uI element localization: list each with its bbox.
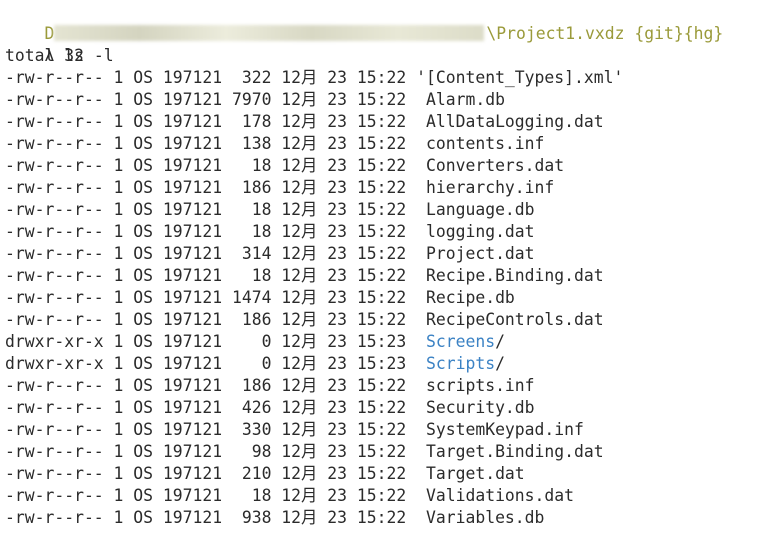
file-metadata: -rw-r--r-- 1 OS 197121 7970 12月 23 15:22 bbox=[5, 90, 417, 109]
file-name: Variables.db bbox=[416, 508, 545, 527]
file-metadata: -rw-r--r-- 1 OS 197121 330 12月 23 15:22 bbox=[5, 420, 417, 439]
list-item: drwxr-xr-x 1 OS 197121 0 12月 23 15:23 Sc… bbox=[5, 353, 505, 375]
command-line: λ ls -l bbox=[5, 23, 113, 65]
file-metadata: -rw-r--r-- 1 OS 197121 314 12月 23 15:22 bbox=[5, 244, 417, 263]
file-metadata: -rw-r--r-- 1 OS 197121 186 12月 23 15:22 bbox=[5, 178, 417, 197]
file-name: Language.db bbox=[416, 200, 535, 219]
file-name: Recipe.Binding.dat bbox=[416, 266, 604, 285]
file-metadata: -rw-r--r-- 1 OS 197121 18 12月 23 15:22 bbox=[5, 266, 417, 285]
total-line: total 32 bbox=[5, 46, 84, 65]
file-metadata: -rw-r--r-- 1 OS 197121 186 12月 23 15:22 bbox=[5, 376, 417, 395]
prompt-path: \Project1.vxdz {git}{hg} bbox=[486, 24, 724, 43]
file-name: Target.Binding.dat bbox=[416, 442, 604, 461]
file-metadata: -rw-r--r-- 1 OS 197121 1474 12月 23 15:22 bbox=[5, 288, 417, 307]
file-metadata: drwxr-xr-x 1 OS 197121 0 12月 23 15:23 bbox=[5, 354, 417, 373]
list-item: -rw-r--r-- 1 OS 197121 210 12月 23 15:22 … bbox=[5, 463, 525, 485]
file-metadata: -rw-r--r-- 1 OS 197121 426 12月 23 15:22 bbox=[5, 398, 417, 417]
list-item: -rw-r--r-- 1 OS 197121 98 12月 23 15:22 T… bbox=[5, 441, 604, 463]
file-metadata: -rw-r--r-- 1 OS 197121 18 12月 23 15:22 bbox=[5, 156, 417, 175]
file-name: Converters.dat bbox=[416, 156, 565, 175]
file-name: Project.dat bbox=[416, 244, 535, 263]
list-item: -rw-r--r-- 1 OS 197121 322 12月 23 15:22 … bbox=[5, 67, 623, 89]
directory-name: Screens bbox=[416, 332, 496, 351]
file-name: scripts.inf bbox=[416, 376, 535, 395]
file-name: Security.db bbox=[416, 398, 535, 417]
list-item: -rw-r--r-- 1 OS 197121 186 12月 23 15:22 … bbox=[5, 375, 535, 397]
list-item: -rw-r--r-- 1 OS 197121 1474 12月 23 15:22… bbox=[5, 287, 515, 309]
file-name: AllDataLogging.dat bbox=[416, 112, 604, 131]
list-item: -rw-r--r-- 1 OS 197121 186 12月 23 15:22 … bbox=[5, 177, 554, 199]
terminal-window[interactable]: D \Project1.vxdz {git}{hg} λ ls -l total … bbox=[0, 0, 762, 534]
directory-suffix: / bbox=[495, 354, 505, 373]
list-item: -rw-r--r-- 1 OS 197121 186 12月 23 15:22 … bbox=[5, 309, 604, 331]
prompt-line: D \Project1.vxdz {git}{hg} bbox=[5, 1, 723, 43]
file-name: Validations.dat bbox=[416, 486, 575, 505]
list-item: -rw-r--r-- 1 OS 197121 426 12月 23 15:22 … bbox=[5, 397, 535, 419]
file-metadata: drwxr-xr-x 1 OS 197121 0 12月 23 15:23 bbox=[5, 332, 417, 351]
list-item: -rw-r--r-- 1 OS 197121 938 12月 23 15:22 … bbox=[5, 507, 544, 529]
file-metadata: -rw-r--r-- 1 OS 197121 18 12月 23 15:22 bbox=[5, 486, 417, 505]
list-item: -rw-r--r-- 1 OS 197121 330 12月 23 15:22 … bbox=[5, 419, 584, 441]
list-item: -rw-r--r-- 1 OS 197121 138 12月 23 15:22 … bbox=[5, 133, 544, 155]
list-item: -rw-r--r-- 1 OS 197121 18 12月 23 15:22 l… bbox=[5, 221, 535, 243]
file-name: contents.inf bbox=[416, 134, 545, 153]
list-item: -rw-r--r-- 1 OS 197121 178 12月 23 15:22 … bbox=[5, 111, 604, 133]
list-item: -rw-r--r-- 1 OS 197121 18 12月 23 15:22 L… bbox=[5, 199, 535, 221]
file-metadata: -rw-r--r-- 1 OS 197121 138 12月 23 15:22 bbox=[5, 134, 417, 153]
file-name: hierarchy.inf bbox=[416, 178, 555, 197]
file-metadata: -rw-r--r-- 1 OS 197121 178 12月 23 15:22 bbox=[5, 112, 417, 131]
file-name: Recipe.db bbox=[416, 288, 515, 307]
file-metadata: -rw-r--r-- 1 OS 197121 186 12月 23 15:22 bbox=[5, 310, 417, 329]
directory-suffix: / bbox=[495, 332, 505, 351]
list-item: -rw-r--r-- 1 OS 197121 7970 12月 23 15:22… bbox=[5, 89, 505, 111]
file-name: logging.dat bbox=[416, 222, 535, 241]
list-item: drwxr-xr-x 1 OS 197121 0 12月 23 15:23 Sc… bbox=[5, 331, 505, 353]
file-name: SystemKeypad.inf bbox=[416, 420, 584, 439]
file-metadata: -rw-r--r-- 1 OS 197121 938 12月 23 15:22 bbox=[5, 508, 417, 527]
list-item: -rw-r--r-- 1 OS 197121 18 12月 23 15:22 C… bbox=[5, 155, 564, 177]
file-metadata: -rw-r--r-- 1 OS 197121 98 12月 23 15:22 bbox=[5, 442, 417, 461]
directory-name: Scripts bbox=[416, 354, 496, 373]
file-name: '[Content_Types].xml' bbox=[416, 68, 624, 87]
file-metadata: -rw-r--r-- 1 OS 197121 18 12月 23 15:22 bbox=[5, 222, 417, 241]
file-name: Target.dat bbox=[416, 464, 525, 483]
list-item: -rw-r--r-- 1 OS 197121 18 12月 23 15:22 V… bbox=[5, 485, 574, 507]
list-item: -rw-r--r-- 1 OS 197121 314 12月 23 15:22 … bbox=[5, 243, 535, 265]
file-metadata: -rw-r--r-- 1 OS 197121 322 12月 23 15:22 bbox=[5, 68, 417, 87]
file-metadata: -rw-r--r-- 1 OS 197121 210 12月 23 15:22 bbox=[5, 464, 417, 483]
file-metadata: -rw-r--r-- 1 OS 197121 18 12月 23 15:22 bbox=[5, 200, 417, 219]
redacted-path bbox=[54, 25, 485, 41]
list-item: -rw-r--r-- 1 OS 197121 18 12月 23 15:22 R… bbox=[5, 265, 604, 287]
file-name: RecipeControls.dat bbox=[416, 310, 604, 329]
file-name: Alarm.db bbox=[416, 90, 505, 109]
